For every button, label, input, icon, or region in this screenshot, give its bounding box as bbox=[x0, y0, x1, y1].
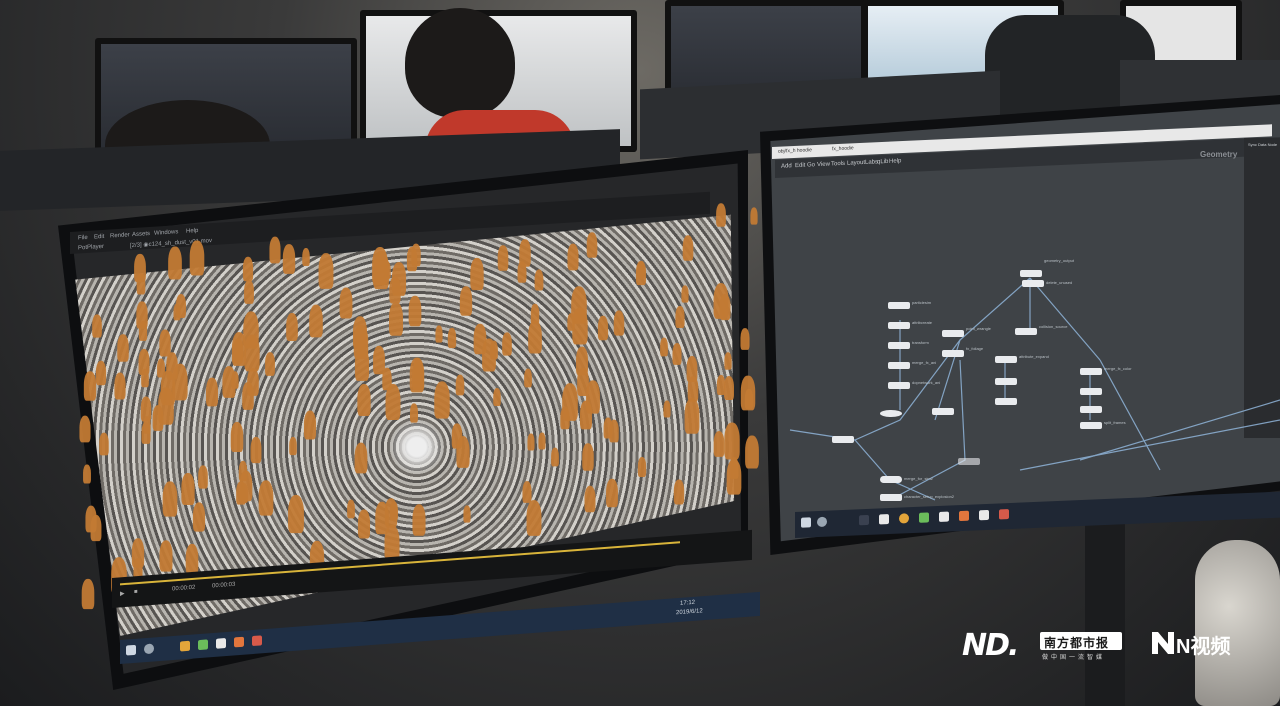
graph-node[interactable] bbox=[880, 410, 902, 417]
graph-node[interactable] bbox=[1080, 368, 1102, 375]
app-icon[interactable] bbox=[879, 514, 889, 525]
search-icon[interactable] bbox=[817, 516, 827, 528]
graph-node[interactable] bbox=[995, 356, 1017, 363]
graph-node[interactable] bbox=[888, 302, 910, 309]
start-icon[interactable] bbox=[801, 517, 811, 528]
node-label: merge_for_sim2 bbox=[904, 476, 933, 481]
app-icon[interactable] bbox=[979, 509, 989, 521]
graph-node[interactable] bbox=[888, 362, 910, 369]
node-label: fx_foliage bbox=[966, 346, 984, 351]
app-icon[interactable] bbox=[999, 509, 1009, 520]
app-icon[interactable] bbox=[959, 510, 969, 522]
graph-node[interactable] bbox=[1022, 280, 1044, 287]
app-icon[interactable] bbox=[919, 512, 929, 523]
node-label: merge_fx_ani bbox=[912, 360, 937, 365]
graph-node[interactable] bbox=[995, 398, 1017, 405]
node-label: particlesim bbox=[912, 300, 932, 305]
n-video-icon bbox=[1152, 632, 1174, 654]
nandu-slogan: 做中国一流智媒 bbox=[1042, 655, 1106, 661]
graph-node[interactable] bbox=[880, 494, 902, 501]
graph-node[interactable] bbox=[888, 342, 910, 349]
graph-node[interactable] bbox=[1080, 388, 1102, 395]
node-label: split_frames bbox=[1104, 420, 1126, 425]
graph-node[interactable] bbox=[880, 476, 902, 483]
app-icon[interactable] bbox=[939, 511, 949, 522]
graph-node[interactable] bbox=[1080, 406, 1102, 413]
graph-node[interactable] bbox=[1020, 270, 1042, 277]
app-icon[interactable] bbox=[899, 513, 909, 524]
node-label: collision_source bbox=[1039, 324, 1068, 329]
node-label: merge_fx_color bbox=[1104, 366, 1132, 371]
n-video-text: N视频 bbox=[1176, 636, 1231, 658]
news-watermark: ND. 南方都市报 做中国一流智媒 N视频 bbox=[962, 628, 1262, 664]
node-label: attribcreate bbox=[912, 320, 933, 325]
graph-node[interactable] bbox=[832, 436, 854, 443]
graph-node[interactable] bbox=[958, 458, 980, 465]
node-label: attribute_expand bbox=[1019, 354, 1049, 359]
graph-node[interactable] bbox=[942, 350, 964, 357]
graph-node[interactable] bbox=[1015, 328, 1037, 335]
photo-scene: Bil File Edit Render Assets Windows Help… bbox=[0, 0, 1280, 706]
node-label: character_setup_explosion2 bbox=[904, 494, 955, 499]
graph-node[interactable] bbox=[932, 408, 954, 415]
node-graph-wires bbox=[789, 277, 1280, 501]
graph-node[interactable] bbox=[888, 322, 910, 329]
node-label: point_wrangle bbox=[966, 326, 991, 331]
node-label: dopnetwork_ani bbox=[912, 380, 941, 385]
node-label: geometry_output bbox=[1044, 258, 1075, 263]
node-label: transform bbox=[912, 340, 929, 345]
graph-node[interactable] bbox=[888, 382, 910, 389]
graph-node[interactable] bbox=[1080, 422, 1102, 429]
node-label: delete_unused bbox=[1046, 280, 1073, 285]
nd-logo: ND. bbox=[962, 628, 1019, 663]
nandu-logo-text: 南方都市报 bbox=[1044, 636, 1110, 650]
graph-node[interactable] bbox=[942, 330, 964, 337]
app-icon[interactable] bbox=[859, 514, 869, 526]
graph-node[interactable] bbox=[995, 378, 1017, 385]
